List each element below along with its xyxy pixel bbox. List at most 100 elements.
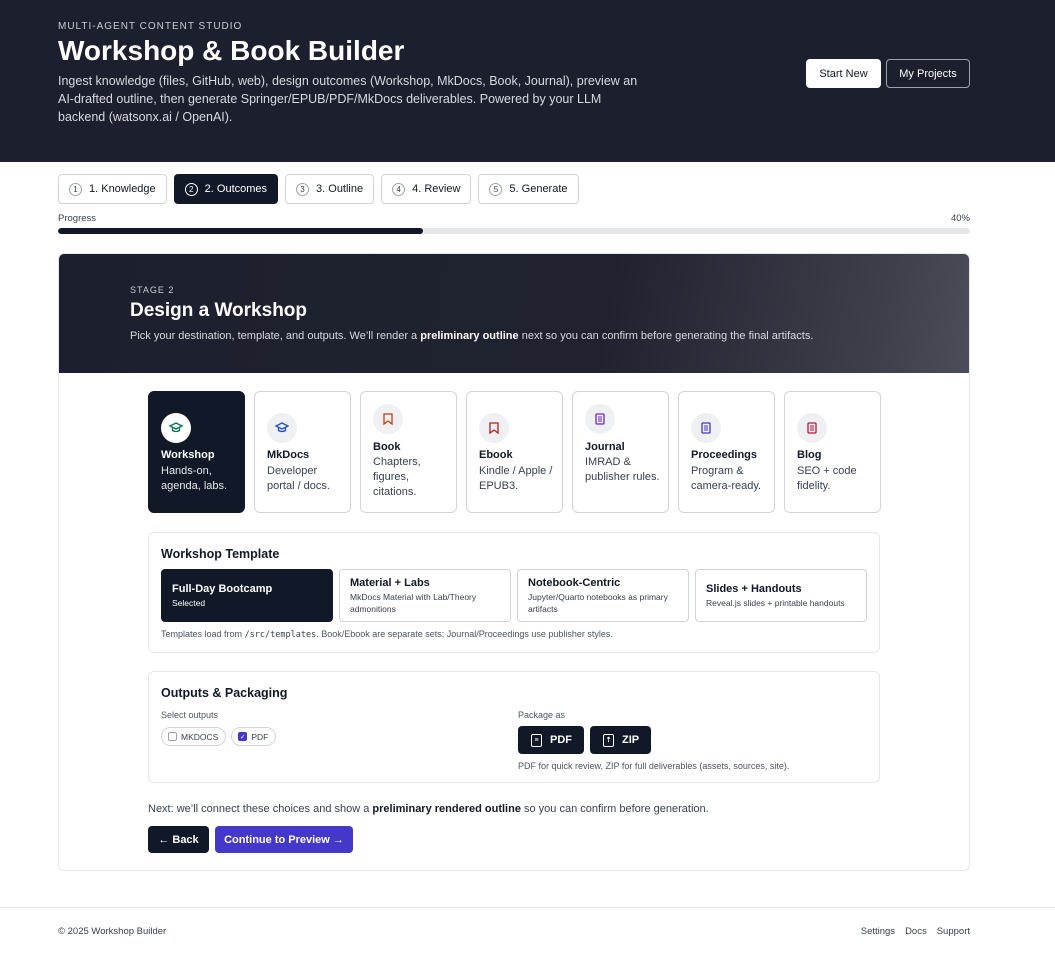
outcome-title: Ebook [479,449,513,461]
template-desc: Selected [172,597,206,608]
template-title: Slides + Handouts [706,582,802,595]
document-icon [585,404,615,434]
template-section: Workshop Template Full-Day Bootcamp Selec… [148,532,880,653]
template-slides-handouts[interactable]: Slides + Handouts Reveal.js slides + prin… [695,569,867,622]
template-title: Material + Labs [350,576,430,589]
outcome-book[interactable]: Book Chapters, figures, citations. [360,391,457,513]
start-new-button[interactable]: Start New [806,59,881,88]
progress-fill [58,228,423,234]
outcome-workshop[interactable]: Workshop Hands-on, agenda, labs. [148,391,245,513]
package-note: PDF for quick review, ZIP for full deliv… [518,761,790,771]
document-icon [797,413,827,443]
outcome-blog[interactable]: Blog SEO + code fidelity. [784,391,881,513]
template-options: Full-Day Bootcamp Selected Material + Lab… [161,569,867,622]
graduation-cap-icon [267,413,297,443]
template-full-day-bootcamp[interactable]: Full-Day Bootcamp Selected [161,569,333,622]
stage-title: Design a Workshop [130,300,308,321]
footer-link-support[interactable]: Support [937,926,970,937]
template-notebook-centric[interactable]: Notebook-Centric Jupyter/Quarto notebooks… [517,569,689,622]
package-as-label: Package as [518,710,566,720]
outcome-desc: Developer portal / docs. [267,465,330,492]
chip-label: MKDOCS [181,731,219,742]
tab-generate[interactable]: 5 5. Generate [478,174,579,204]
outcome-journal[interactable]: Journal IMRAD & publisher rules. [572,391,669,513]
outcome-desc: Program & camera-ready. [691,465,762,492]
output-chips: MKDOCS ✓ PDF [161,727,277,746]
outcome-desc: Chapters, figures, citations. [373,456,421,498]
back-button[interactable]: ← Back [148,826,209,853]
outcome-desc: Kindle / Apple / EPUB3. [479,465,553,492]
template-desc: Reveal.js slides + printable handouts [706,597,845,608]
header-description: Ingest knowledge (files, GitHub, web), d… [58,74,638,124]
template-material-labs[interactable]: Material + Labs MkDocs Material with Lab/… [339,569,511,622]
progress-label: Progress [58,213,97,224]
outputs-section: Outputs & Packaging Select outputs MKDOC… [148,671,880,783]
outcome-proceedings[interactable]: Proceedings Program & camera-ready. [678,391,775,513]
header-eyebrow: MULTI-AGENT CONTENT STUDIO [58,21,243,32]
graduation-cap-icon [161,413,191,443]
next-note: Next: we’ll connect these choices and sh… [148,803,709,815]
step-label: 1. Knowledge [89,183,156,195]
outcome-title: Blog [797,449,822,461]
bookmark-icon [479,413,509,443]
output-chip-mkdocs[interactable]: MKDOCS [161,727,227,746]
outcome-desc: IMRAD & publisher rules. [585,456,660,483]
outcome-title: Book [373,441,401,453]
package-options: ≡ PDF ⇡ ZIP [518,726,652,754]
progress-bar [58,228,970,234]
stage-subtitle: Pick your destination, template, and out… [130,330,814,342]
step-number: 5 [489,182,503,196]
footer-copyright: © 2025 Workshop Builder [58,926,167,937]
footer-links: Settings Docs Support [861,926,970,937]
outcome-title: Journal [585,441,625,453]
outcome-ebook[interactable]: Ebook Kindle / Apple / EPUB3. [466,391,563,513]
template-title: Notebook-Centric [528,576,621,589]
footer-link-settings[interactable]: Settings [861,926,895,937]
file-zip-icon: ⇡ [603,733,614,747]
step-label: 3. Outline [316,183,364,195]
outcome-title: Workshop [161,449,215,461]
page-header: MULTI-AGENT CONTENT STUDIO Workshop & Bo… [0,0,1055,162]
step-number: 4 [392,182,406,196]
my-projects-button[interactable]: My Projects [886,59,970,88]
tab-review[interactable]: 4 4. Review [381,174,472,204]
tab-outline[interactable]: 3 3. Outline [285,174,375,204]
page-title: Workshop & Book Builder [58,35,405,66]
checkbox-checked[interactable]: ✓ [238,732,248,741]
output-chip-pdf[interactable]: ✓ PDF [231,727,277,746]
file-pdf-icon: ≡ [531,733,542,747]
outputs-heading: Outputs & Packaging [161,686,288,700]
template-title: Full-Day Bootcamp [172,582,273,595]
bookmark-icon [373,404,403,434]
document-icon [691,413,721,443]
template-heading: Workshop Template [161,547,280,561]
stage-card: STAGE 2 Design a Workshop Pick your dest… [58,253,970,871]
outcome-desc: Hands-on, agenda, labs. [161,465,228,492]
step-number: 2 [184,182,198,196]
template-note: Templates load from /src/templates. Book… [161,629,613,640]
template-desc: Jupyter/Quarto notebooks as primary arti… [528,591,668,614]
outcome-title: MkDocs [267,449,310,461]
tab-knowledge[interactable]: 1 1. Knowledge [58,174,167,204]
footer-divider [0,907,1055,908]
package-pdf-button[interactable]: ≡ PDF [518,726,584,754]
footer-link-docs[interactable]: Docs [905,926,927,937]
step-number: 3 [296,182,310,196]
chip-label: PDF [251,731,269,742]
step-label: 5. Generate [509,183,568,195]
progress-percent: 40% [950,213,970,224]
package-zip-button[interactable]: ⇡ ZIP [590,726,652,754]
outcome-title: Proceedings [691,449,758,461]
select-outputs-label: Select outputs [161,710,219,720]
stage-header: STAGE 2 Design a Workshop Pick your dest… [59,254,969,373]
step-label: 4. Review [412,183,461,195]
outcome-desc: SEO + code fidelity. [797,465,857,492]
step-label: 2. Outcomes [204,183,268,195]
outcome-mkdocs[interactable]: MkDocs Developer portal / docs. [254,391,351,513]
tab-outcomes[interactable]: 2 2. Outcomes [173,174,279,204]
outcome-options: Workshop Hands-on, agenda, labs. MkDocs … [148,391,881,513]
checkbox-unchecked[interactable] [168,732,177,741]
stage-kicker: STAGE 2 [130,285,175,295]
continue-to-preview-button[interactable]: Continue to Preview → [215,826,353,853]
step-number: 1 [69,182,82,196]
